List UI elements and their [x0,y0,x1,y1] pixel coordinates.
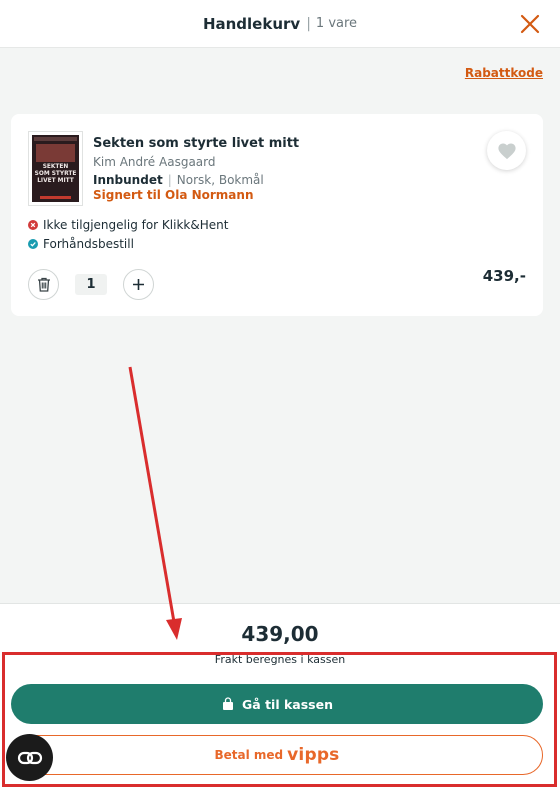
plus-icon [133,279,144,290]
cart-icon [221,697,235,711]
discount-code-link[interactable]: Rabattkode [465,66,543,80]
chat-icon [17,751,42,764]
chat-button[interactable] [6,734,53,781]
format-label: Innbundet [93,173,163,187]
item-price: 439,- [482,267,526,285]
shipping-note: Frakt beregnes i kassen [214,653,346,666]
increase-quantity-button[interactable] [123,269,154,300]
cart-item-card: SEKTEN SOM STYRTE LIVET MITT Sekten som … [11,114,543,316]
favorite-button[interactable] [487,131,526,170]
cart-title: Handlekurv [202,14,301,33]
cart-header: Handlekurv | 1 vare [0,0,560,48]
availability-pickup-text: Ikke tilgjengelig for Klikk&Hent [43,218,229,232]
vipps-label: Betal med [214,748,284,762]
book-title[interactable]: Sekten som styrte livet mitt [93,136,299,151]
availability-preorder-text: Forhåndsbestill [43,237,134,251]
item-count: 1 vare [315,16,358,31]
close-icon [520,14,540,34]
checkout-label: Gå til kassen [242,696,333,712]
close-button[interactable] [518,12,542,36]
title-separator: | [306,15,311,32]
heart-icon [497,142,516,159]
unavailable-icon [28,220,38,230]
cart-footer: 439,00 Frakt beregnes i kassen Gå til ka… [0,603,560,790]
signed-label: Signert til Ola Normann [93,188,254,202]
book-author[interactable]: Kim André Aasgaard [93,155,215,169]
check-icon [28,239,38,249]
availability-preorder: Forhåndsbestill [28,237,134,251]
book-cover-title: SEKTEN SOM STYRTE LIVET MITT [34,162,77,184]
language-label: Norsk, Bokmål [176,173,264,187]
remove-item-button[interactable] [28,269,59,300]
trash-icon [37,277,50,292]
vipps-logo: vipps [287,745,340,765]
vipps-pay-button[interactable]: Betal med vipps [11,735,543,775]
availability-pickup: Ikke tilgjengelig for Klikk&Hent [28,218,228,232]
format-separator: | [167,173,172,187]
cart-total: 439,00 [241,622,319,646]
checkout-button[interactable]: Gå til kassen [11,684,543,724]
quantity-value[interactable]: 1 [75,274,107,295]
book-format: Innbundet | Norsk, Bokmål [93,173,264,187]
book-cover[interactable]: SEKTEN SOM STYRTE LIVET MITT [28,131,83,206]
